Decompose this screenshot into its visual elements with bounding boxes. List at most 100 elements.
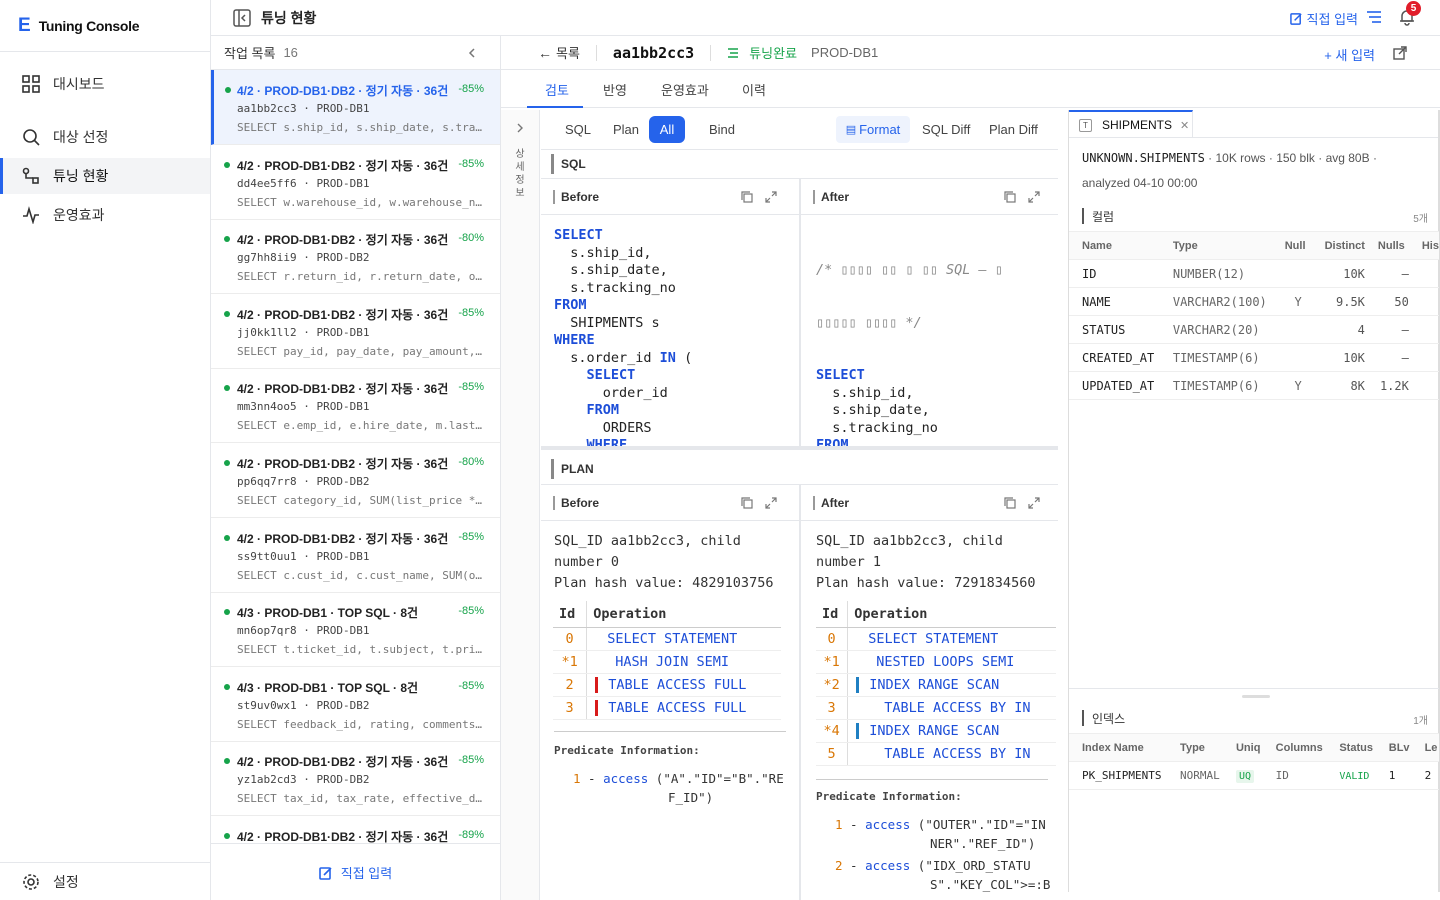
expand-icon[interactable]: [1028, 497, 1040, 509]
divider: [595, 44, 597, 61]
chevron-right-icon[interactable]: [515, 123, 525, 133]
table-icon: T: [1079, 118, 1092, 132]
column-cell: [1271, 343, 1312, 372]
plan-row[interactable]: 5 TABLE ACCESS BY IN: [816, 742, 1056, 766]
list-icon[interactable]: [1366, 9, 1382, 25]
column-row[interactable]: CREATED_AT TIMESTAMP(6) 10K —: [1069, 343, 1439, 372]
sql-line: FROM: [586, 402, 620, 418]
copy-icon[interactable]: [741, 497, 753, 509]
status-dot: [224, 310, 230, 317]
copy-icon[interactable]: [1004, 497, 1016, 509]
job-list-item[interactable]: 4/2 · PROD-DB1·DB2 · 정기 자동 · 36건 -85% dd4e…: [211, 145, 500, 220]
job-list-item[interactable]: 4/3 · PROD-DB1 · TOP SQL · 8건 -85% mn6op7q…: [211, 592, 500, 668]
tab-effect[interactable]: 운영효과: [661, 80, 709, 99]
job-list-item[interactable]: 4/3 · PROD-DB1 · TOP SQL · 8건 -85% st9uv0w…: [211, 667, 500, 742]
expand-icon[interactable]: [1028, 191, 1040, 203]
table-stats: UNKNOWN.SHIPMENTS · 10K rows · 150 blk ·…: [1082, 151, 1377, 190]
tab-apply[interactable]: 반영: [603, 80, 627, 99]
tab-history[interactable]: 이력: [742, 80, 766, 99]
job-list-item[interactable]: 4/2 · PROD-DB1·DB2 · 정기 자동 · 36건 -85% yz1a…: [211, 741, 500, 817]
status-dot: [224, 683, 230, 690]
column-cell: [1408, 371, 1439, 400]
format-button[interactable]: ▤ Format: [836, 116, 910, 143]
sidebar-toggle-icon[interactable]: [233, 8, 251, 27]
table-avg-len: avg 80B: [1325, 151, 1370, 165]
plan-row[interactable]: 2 TABLE ACCESS FULL: [553, 673, 781, 697]
column-header: Name: [1069, 231, 1160, 260]
plan-row[interactable]: *2 INDEX RANGE SCAN: [816, 673, 1056, 697]
list-direct-input-button[interactable]: 직접 입력: [211, 843, 500, 900]
index-cell: NORMAL: [1167, 761, 1223, 790]
copy-icon[interactable]: [1004, 191, 1016, 203]
index-row[interactable]: PK_SHIPMENTS NORMAL UQ ID VALID 1 2: [1069, 761, 1439, 790]
plan-row[interactable]: *1 HASH JOIN SEMI: [553, 650, 781, 674]
tab-review[interactable]: 검토: [545, 80, 569, 99]
splitter-handle[interactable]: [1242, 695, 1270, 698]
sql-section-title: SQL: [551, 154, 586, 174]
plan-row[interactable]: 0 SELECT STATEMENT: [816, 627, 1056, 651]
column-cell: —: [1364, 259, 1409, 288]
cost-bar: [595, 676, 599, 693]
brand[interactable]: E Tuning Console: [0, 0, 210, 52]
tab-shipments[interactable]: T SHIPMENTS ✕: [1069, 110, 1193, 138]
job-list-item[interactable]: 4/2 · PROD-DB1·DB2 · 정기 자동 · 36건 -80% gg7h…: [211, 219, 500, 295]
plan-row[interactable]: *4 INDEX RANGE SCAN: [816, 719, 1056, 743]
subtab-bind[interactable]: Bind: [709, 116, 735, 143]
plan-row-id: 5: [816, 742, 849, 766]
db-name: PROD-DB1: [811, 45, 879, 60]
sql-diff-button[interactable]: SQL Diff: [922, 116, 970, 143]
column-cell: 4: [1311, 315, 1365, 344]
column-cell: UPDATED_AT: [1069, 371, 1160, 400]
plan-diff-button[interactable]: Plan Diff: [989, 116, 1038, 143]
external-link-icon[interactable]: [1393, 46, 1407, 60]
nav-settings-label: 설정: [53, 873, 79, 890]
column-cell: [1408, 259, 1439, 288]
page-title: 튜닝 현황: [261, 9, 317, 26]
nav-item-dashboard[interactable]: 대시보드: [0, 66, 210, 102]
job-list-item[interactable]: 4/2 · PROD-DB1·DB2 · 정기 자동 · 36건 -85% aa1b…: [211, 70, 500, 145]
predicate-item: 1 - access ("A"."ID"="B"."RE F_ID"): [573, 771, 784, 805]
job-list-item[interactable]: 4/2 · PROD-DB1·DB2 · 정기 자동 · 36건 -80% pp6q…: [211, 443, 500, 518]
column-row[interactable]: UPDATED_AT TIMESTAMP(6) Y 8K 1.2K: [1069, 371, 1439, 400]
job-list-item[interactable]: 4/2 · PROD-DB1·DB2 · 정기 자동 · 36건 -85% jj0k…: [211, 294, 500, 369]
job-title: 4/2 · PROD-DB1·DB2 · 정기 자동 · 36건: [237, 233, 449, 248]
status-label: 튜닝완료: [749, 46, 798, 61]
direct-input-button[interactable]: 직접 입력: [1289, 9, 1358, 28]
job-sql-id: st9uv0wx1 · PROD-DB2: [237, 698, 370, 712]
job-list-count: 16: [283, 45, 298, 60]
new-input-button[interactable]: + 새 입력: [1324, 45, 1375, 64]
job-sql-id: aa1bb2cc3 · PROD-DB1: [237, 102, 370, 115]
route-icon: [22, 167, 39, 184]
plan-row-id: *2: [816, 673, 849, 697]
column-row[interactable]: ID NUMBER(12) 10K —: [1069, 259, 1439, 288]
job-list-item[interactable]: 4/2 · PROD-DB1·DB2 · 정기 자동 · 36건 -85% mm3n…: [211, 368, 500, 444]
nav-item-target[interactable]: 대상 선정: [0, 119, 210, 155]
expand-icon[interactable]: [765, 497, 777, 509]
subtab-plan[interactable]: Plan: [613, 116, 639, 143]
job-title: 4/3 · PROD-DB1 · TOP SQL · 8건: [237, 606, 419, 621]
subtab-sql[interactable]: SQL: [565, 116, 591, 143]
back-button[interactable]: ← 목록: [538, 43, 580, 62]
column-row[interactable]: STATUS VARCHAR2(20) 4—: [1069, 315, 1439, 344]
brand-name: Tuning Console: [38, 17, 140, 34]
horizontal-splitter[interactable]: [541, 446, 1058, 450]
job-list-item[interactable]: 4/2 · PROD-DB1·DB2 · 정기 자동 · 36건 -85% ss9t…: [211, 518, 500, 593]
document-icon: ▤: [845, 124, 857, 136]
column-row[interactable]: NAME VARCHAR2(100) Y 9.5K 50: [1069, 287, 1439, 316]
chevron-left-icon[interactable]: [466, 47, 478, 59]
expand-icon[interactable]: [765, 191, 777, 203]
subtab-all[interactable]: All: [649, 116, 685, 143]
close-icon[interactable]: ✕: [1180, 119, 1189, 132]
column-cell: 10K: [1311, 259, 1365, 288]
nav-item-effect[interactable]: 운영효과: [0, 197, 210, 233]
before-label: Before: [553, 495, 599, 510]
detail-info-strip[interactable]: 상세정보: [501, 110, 540, 900]
plan-row[interactable]: *1 NESTED LOOPS SEMI: [816, 650, 1056, 674]
copy-icon[interactable]: [741, 191, 753, 203]
plan-row[interactable]: 3 TABLE ACCESS FULL: [553, 696, 781, 720]
column-cell: [1271, 259, 1312, 288]
nav-settings[interactable]: 설정: [0, 862, 210, 900]
nav-item-tuning[interactable]: 튜닝 현황: [0, 158, 210, 194]
plan-row[interactable]: 0 SELECT STATEMENT: [553, 627, 781, 651]
plan-row[interactable]: 3 TABLE ACCESS BY IN: [816, 696, 1056, 720]
